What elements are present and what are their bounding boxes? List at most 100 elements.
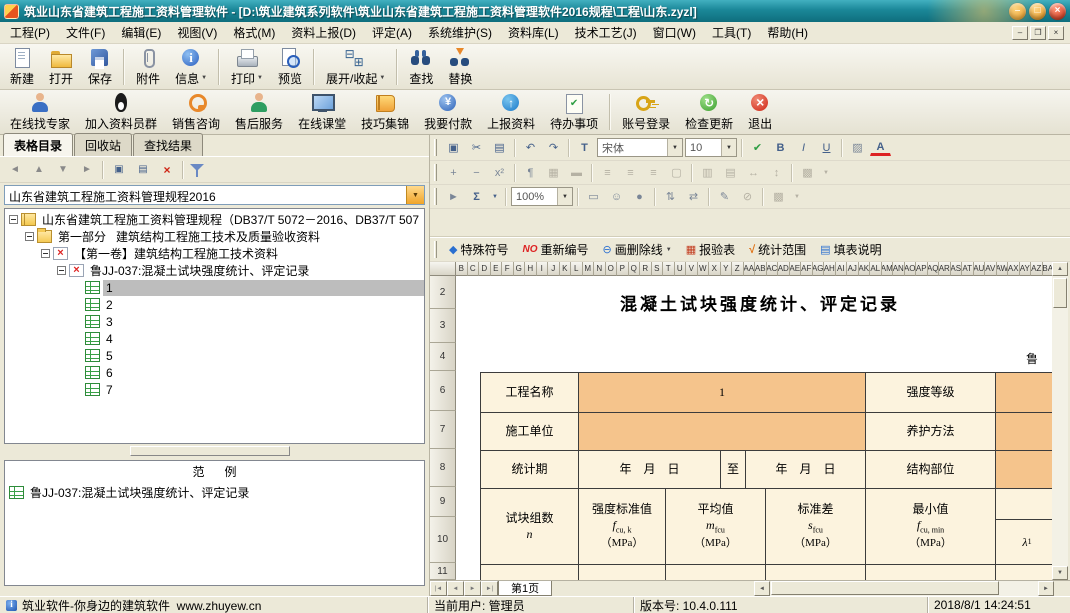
column-header-AH[interactable]: AH (824, 262, 836, 276)
column-header-AJ[interactable]: AJ (847, 262, 859, 276)
cell-part-value[interactable] (996, 451, 1052, 489)
align-right-icon[interactable]: ≡ (643, 163, 664, 183)
column-header-D[interactable]: D (479, 262, 491, 276)
sheet-tab[interactable]: 第1页 (498, 581, 552, 596)
text-style-icon[interactable]: T (574, 138, 595, 158)
column-header-Q[interactable]: Q (629, 262, 641, 276)
tree-item-7[interactable]: 4 (5, 330, 424, 347)
paste-form-button[interactable]: ▤ (132, 160, 154, 180)
toolbar-update-button[interactable]: 检查更新 (678, 91, 740, 133)
clear-icon[interactable]: ⊘ (737, 187, 758, 207)
insert-icon[interactable]: + (443, 163, 464, 183)
mdi-close-button[interactable]: × (1048, 26, 1064, 40)
maximize-button[interactable]: □ (1029, 3, 1046, 20)
cell-groups-header[interactable]: 试块组数 n (481, 489, 579, 565)
column-header-G[interactable]: G (514, 262, 526, 276)
catalog-tab-2[interactable]: 查找结果 (133, 133, 203, 156)
column-header-AQ[interactable]: AQ (928, 262, 940, 276)
column-header-AO[interactable]: AO (905, 262, 917, 276)
horizontal-scrollbar[interactable]: ◄ ► (754, 581, 1054, 596)
menu-item-2[interactable]: 编辑(E) (113, 21, 169, 44)
cells-icon[interactable]: ▦ (543, 163, 564, 183)
toolbar-replace-button[interactable]: 替换 (441, 46, 479, 88)
cell-contractor-label[interactable]: 施工单位 (481, 413, 579, 451)
scroll-left-icon[interactable]: ◄ (754, 581, 770, 596)
toolbar-grip[interactable] (434, 164, 437, 180)
column-header-R[interactable]: R (640, 262, 652, 276)
column-header-X[interactable]: X (709, 262, 721, 276)
zoom-combobox[interactable]: 100% ▼ (511, 187, 573, 206)
cell-period-label[interactable]: 统计期 (481, 451, 579, 489)
column-header-AW[interactable]: AW (997, 262, 1009, 276)
tree-item-0[interactable]: 山东省建筑工程施工资料管理规程（DB37/T 5072－2016、DB37/T … (5, 211, 424, 228)
toolbar-tips-button[interactable]: 技巧集锦 (354, 91, 416, 133)
special-renumber-button[interactable]: NO重新编号 (516, 239, 594, 260)
special-report-button[interactable]: ▦报验表 (680, 239, 741, 260)
example-item[interactable]: 鲁JJ-037:混凝土试块强度统计、评定记录 (5, 482, 424, 503)
toolbar-sales-button[interactable]: 销售咨询 (165, 91, 227, 133)
menu-item-12[interactable]: 帮助(H) (759, 21, 816, 44)
align-center-icon[interactable]: ≡ (620, 163, 641, 183)
column-header-E[interactable]: E (491, 262, 503, 276)
cell-curing-value[interactable] (996, 413, 1052, 451)
redo-icon[interactable]: ↷ (543, 138, 564, 158)
cell-empty[interactable] (481, 565, 579, 580)
superscript-icon[interactable]: x² (489, 163, 510, 183)
column-header-AD[interactable]: AD (778, 262, 790, 276)
paste-icon[interactable]: ▤ (489, 138, 510, 158)
cell-avg-header[interactable]: 平均值 mfcu （MPa） (666, 489, 766, 565)
toolbar-print-button[interactable]: 打印▼ (224, 46, 270, 88)
tree-item-8[interactable]: 5 (5, 347, 424, 364)
special-strike-button[interactable]: ⊖画删除线▼ (597, 239, 678, 260)
toolbar-service-button[interactable]: 售后服务 (228, 91, 290, 133)
column-header-AB[interactable]: AB (755, 262, 767, 276)
column-header-I[interactable]: I (537, 262, 549, 276)
expander-icon[interactable] (25, 232, 34, 241)
column-header-AL[interactable]: AL (870, 262, 882, 276)
cell-grade-label[interactable]: 强度等级 (866, 373, 996, 413)
font-color-icon[interactable]: A (870, 139, 891, 156)
vertical-scrollbar[interactable]: ▲ ▼ (1052, 262, 1068, 580)
close-button[interactable]: × (1049, 3, 1066, 20)
sort-vertical-icon[interactable]: ⇅ (660, 187, 681, 207)
menu-item-10[interactable]: 窗口(W) (645, 21, 704, 44)
scroll-up-icon[interactable]: ▲ (1052, 262, 1068, 276)
column-header-Z[interactable]: Z (732, 262, 744, 276)
shading-icon[interactable]: ▨ (847, 138, 868, 158)
column-header-O[interactable]: O (606, 262, 618, 276)
nav-forward-button[interactable]: ► (76, 160, 98, 180)
minimize-button[interactable]: – (1009, 3, 1026, 20)
expander-icon[interactable] (57, 266, 66, 275)
toolbar-grip[interactable] (434, 241, 437, 257)
sheet-title-cell[interactable]: 混凝土试块强度统计、评定记录 (480, 290, 1040, 315)
menu-item-5[interactable]: 资料上报(D) (283, 21, 364, 44)
cut-icon[interactable]: ✂ (466, 138, 487, 158)
column-header-Y[interactable]: Y (721, 262, 733, 276)
menu-item-11[interactable]: 工具(T) (704, 21, 759, 44)
column-header-AK[interactable]: AK (859, 262, 871, 276)
cell-lambda-column[interactable]: λ1 (996, 489, 1052, 565)
toolbar-upload-button[interactable]: 上报资料 (480, 91, 542, 133)
column-header-AE[interactable]: AE (790, 262, 802, 276)
toolbar-preview-button[interactable]: 预览 (271, 46, 309, 88)
merge-cells-icon[interactable]: ▬ (566, 163, 587, 183)
tree-horizontal-scrollbar[interactable] (4, 446, 425, 458)
align-left-icon[interactable]: ≡ (597, 163, 618, 183)
menu-item-3[interactable]: 视图(V) (169, 21, 225, 44)
copy-form-button[interactable]: ▣ (108, 160, 130, 180)
cell-empty[interactable] (996, 565, 1052, 580)
toolbar-exit-button[interactable]: 退出 (741, 91, 779, 133)
mdi-minimize-button[interactable]: – (1012, 26, 1028, 40)
column-header-H[interactable]: H (525, 262, 537, 276)
next-sheet-button[interactable]: ► (464, 581, 481, 596)
select-all-corner[interactable] (430, 262, 456, 276)
column-header-AF[interactable]: AF (801, 262, 813, 276)
font-family-combobox[interactable]: 宋体 ▼ (597, 138, 683, 157)
lock-icon[interactable]: ● (629, 187, 650, 207)
column-header-P[interactable]: P (617, 262, 629, 276)
cell-curing-label[interactable]: 养护方法 (866, 413, 996, 451)
scrollbar-track[interactable] (1052, 276, 1068, 566)
toolbar-save-button[interactable]: 保存 (81, 46, 119, 88)
column-header-AC[interactable]: AC (767, 262, 779, 276)
underline-icon[interactable]: U (816, 138, 837, 158)
